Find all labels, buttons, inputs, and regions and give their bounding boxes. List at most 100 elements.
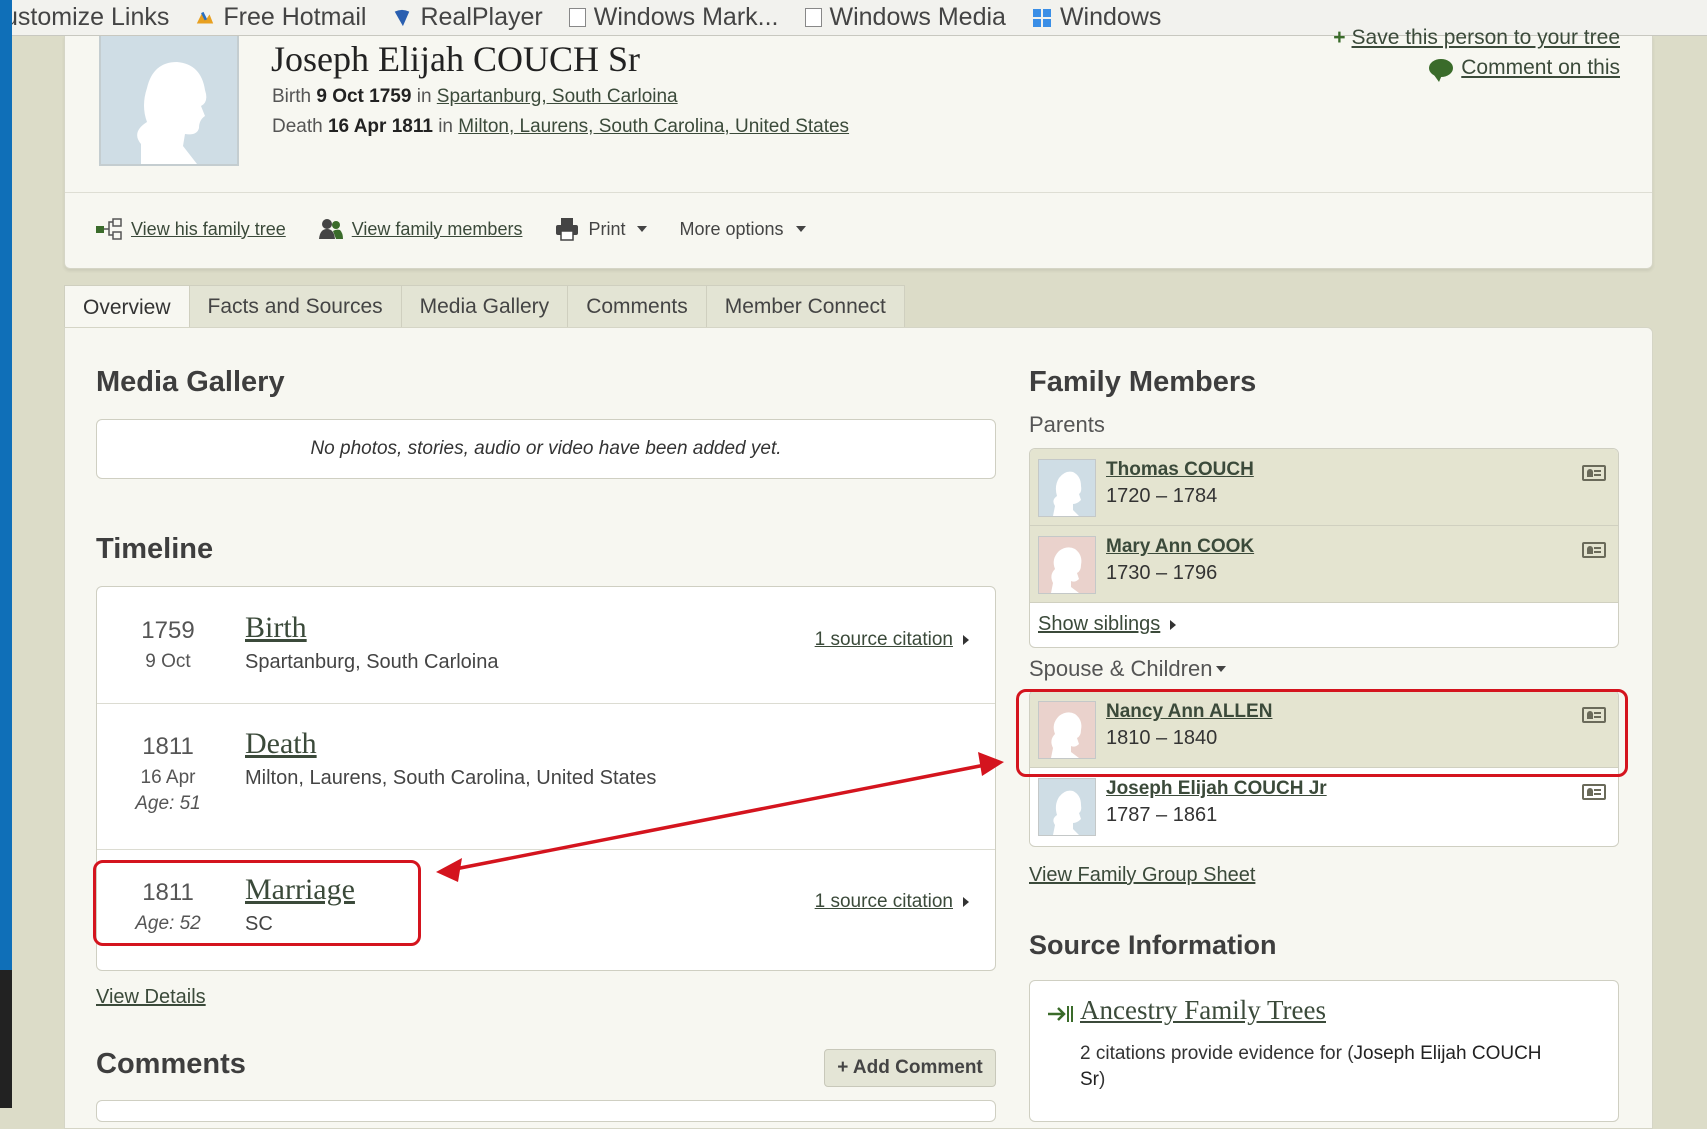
family-member-years: 1787 – 1861	[1106, 804, 1218, 826]
event-date: 9 Oct	[145, 651, 191, 672]
show-siblings-label: Show siblings	[1038, 613, 1161, 635]
death-line: Death 16 Apr 1811 in Milton, Laurens, So…	[272, 116, 849, 138]
links-item-realplayer[interactable]: RealPlayer	[392, 3, 543, 32]
print-dropdown[interactable]: Print	[554, 216, 648, 242]
event-date: 16 Apr	[140, 767, 196, 788]
windows-icon	[1032, 8, 1051, 27]
tab-comments[interactable]: Comments	[567, 285, 707, 328]
parents-label: Parents	[1029, 412, 1105, 437]
marriage-highlight-box	[93, 860, 421, 946]
links-item-label: RealPlayer	[420, 3, 543, 31]
source-title-link[interactable]: Ancestry Family Trees	[1080, 995, 1326, 1026]
birth-date: 9 Oct 1759	[316, 86, 412, 107]
page-icon	[568, 8, 586, 27]
death-in: in	[438, 116, 453, 137]
spouse-children-label[interactable]: Spouse & Children	[1029, 656, 1227, 682]
plus-icon: +	[1333, 26, 1346, 49]
spouse-highlight-box	[1016, 689, 1628, 777]
source-text-suffix: )	[1099, 1069, 1106, 1090]
more-options-dropdown[interactable]: More options	[679, 219, 806, 240]
source-citation-link[interactable]: 1 source citation	[815, 891, 969, 913]
tab-facts-and-sources[interactable]: Facts and Sources	[188, 285, 402, 328]
desktop-edge-dark	[0, 970, 12, 1108]
profile-card-icon[interactable]	[1582, 784, 1606, 800]
event-year: 1811	[142, 733, 194, 760]
links-item-windows[interactable]: Windows	[1032, 3, 1161, 32]
family-member-row[interactable]: Mary Ann COOK 1730 – 1796	[1030, 526, 1618, 603]
event-name-link[interactable]: Death	[245, 727, 317, 761]
event-name-link[interactable]: Birth	[245, 611, 307, 645]
links-item-windows-mark[interactable]: Windows Mark...	[568, 3, 779, 32]
tab-member-connect[interactable]: Member Connect	[705, 285, 905, 328]
person-portrait[interactable]	[99, 36, 239, 166]
view-family-tree-label: View his family tree	[131, 218, 286, 239]
view-family-tree-button[interactable]: View his family tree	[95, 217, 286, 241]
family-member-name-link[interactable]: Mary Ann COOK	[1106, 536, 1254, 558]
comments-title: Comments	[96, 1048, 246, 1080]
spouse-children-text: Spouse & Children	[1029, 656, 1213, 681]
comment-on-this-label: Comment on this	[1461, 56, 1620, 79]
parents-list: Thomas COUCH 1720 – 1784 Mary Ann COOK 1…	[1029, 448, 1619, 648]
msn-icon	[197, 11, 214, 23]
person-header-card: Joseph Elijah COUCH Sr Birth 9 Oct 1759 …	[64, 26, 1653, 269]
person-actions: View his family tree View family members…	[95, 216, 806, 242]
print-label: Print	[588, 218, 626, 239]
family-member-years: 1730 – 1796	[1106, 562, 1218, 584]
family-members-title: Family Members	[1029, 366, 1257, 398]
view-family-group-sheet-link[interactable]: View Family Group Sheet	[1029, 864, 1255, 887]
show-siblings-link[interactable]: Show siblings	[1038, 613, 1177, 636]
page-icon	[804, 8, 822, 27]
birth-label: Birth	[272, 86, 312, 107]
links-item-label: Windows	[1059, 3, 1162, 31]
desktop-edge	[0, 0, 12, 1108]
death-date: 16 Apr 1811	[327, 116, 433, 137]
links-item-customize[interactable]: ustomize Links	[4, 3, 169, 32]
tab-media-gallery[interactable]: Media Gallery	[400, 285, 569, 328]
male-silhouette-icon	[1038, 778, 1096, 836]
family-member-row[interactable]: Thomas COUCH 1720 – 1784	[1030, 449, 1618, 526]
source-description: 2 citations provide evidence for (Joseph…	[1080, 1041, 1550, 1093]
links-item-label: ustomize Links	[4, 3, 170, 31]
chevron-down-icon	[1216, 666, 1227, 672]
chevron-down-icon	[795, 226, 806, 232]
chevron-right-icon	[963, 634, 969, 645]
printer-icon	[556, 218, 579, 241]
comments-list	[96, 1100, 996, 1122]
event-place: Spartanburg, South Carloina	[245, 651, 499, 673]
death-label: Death	[272, 116, 323, 137]
female-silhouette-icon	[1038, 536, 1096, 594]
links-item-hotmail[interactable]: Free Hotmail	[195, 3, 366, 32]
family-tree-icon	[96, 218, 122, 240]
chevron-right-icon	[1170, 619, 1177, 630]
view-family-members-button[interactable]: View family members	[318, 217, 522, 241]
chevron-right-icon	[963, 896, 969, 907]
source-information-title: Source Information	[1029, 930, 1277, 960]
profile-card-icon[interactable]	[1582, 465, 1606, 481]
source-citation-label: 1 source citation	[814, 629, 953, 650]
family-member-row[interactable]: Joseph Elijah COUCH Jr 1787 – 1861	[1030, 768, 1618, 844]
add-comment-button[interactable]: + Add Comment	[824, 1049, 996, 1087]
links-item-label: Free Hotmail	[223, 3, 367, 31]
source-citation-link[interactable]: 1 source citation	[815, 629, 969, 651]
family-member-name-link[interactable]: Joseph Elijah COUCH Jr	[1106, 778, 1327, 800]
view-details-link[interactable]: View Details	[96, 986, 206, 1009]
profile-card-icon[interactable]	[1582, 542, 1606, 558]
family-member-name-link[interactable]: Thomas COUCH	[1106, 459, 1254, 481]
chevron-down-icon	[637, 226, 648, 232]
birth-place-link[interactable]: Spartanburg, South Carloina	[437, 86, 678, 107]
event-place: Milton, Laurens, South Carolina, United …	[245, 767, 657, 789]
links-item-windows-media[interactable]: Windows Media	[804, 3, 1006, 32]
death-place-link[interactable]: Milton, Laurens, South Carolina, United …	[458, 116, 849, 137]
speech-bubble-icon	[1429, 59, 1454, 82]
comment-on-this-link[interactable]: Comment on this	[1429, 56, 1620, 82]
timeline-row-death: 1811 16 Apr Age: 51 Death Milton, Lauren…	[97, 703, 995, 850]
tab-overview[interactable]: Overview	[64, 285, 190, 329]
save-person-link[interactable]: + Save this person to your tree	[1333, 26, 1620, 50]
family-member-years: 1720 – 1784	[1106, 485, 1218, 507]
links-item-label: Windows Media	[829, 3, 1006, 31]
header-divider	[65, 192, 1652, 193]
event-year: 1759	[141, 617, 195, 644]
links-item-label: Windows Mark...	[593, 3, 779, 31]
source-information-box: Ancestry Family Trees 2 citations provid…	[1029, 980, 1619, 1122]
source-citation-label: 1 source citation	[814, 891, 953, 912]
